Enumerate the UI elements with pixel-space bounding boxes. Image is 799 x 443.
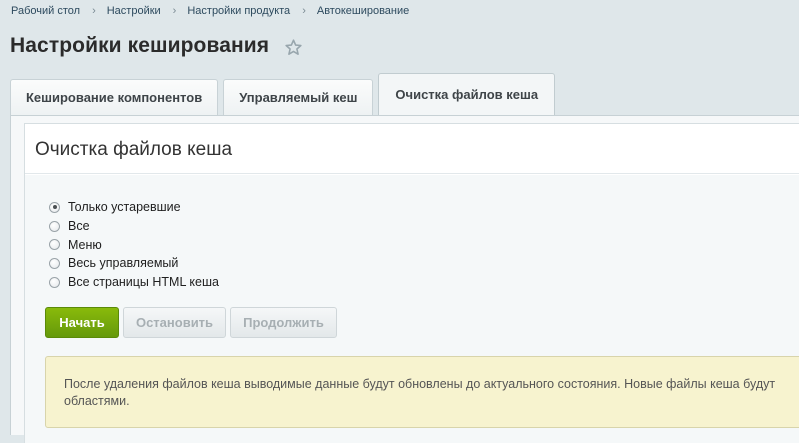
radio-button[interactable] (49, 201, 60, 213)
radio-option-outdated[interactable]: Только устаревшие (49, 198, 219, 217)
notice-line-2: областями. (64, 394, 130, 408)
tab-managed-cache[interactable]: Управляемый кеш (223, 79, 374, 115)
page-header: Настройки кеширования (10, 34, 303, 58)
tab-panel: Очистка файлов кеша Только устаревшие Вс… (10, 115, 799, 443)
radio-label: Все (68, 219, 90, 234)
start-button[interactable]: Начать (45, 307, 119, 338)
radio-label: Все страницы HTML кеша (68, 275, 219, 290)
radio-button[interactable] (49, 276, 60, 288)
radio-button[interactable] (49, 239, 60, 251)
radio-option-html-pages[interactable]: Все страницы HTML кеша (49, 273, 219, 292)
tab-bar: Кеширование компонентов Управляемый кеш … (10, 73, 560, 115)
section-body: Только устаревшие Все Меню Весь управляе… (25, 175, 799, 443)
star-outline-icon[interactable] (284, 38, 303, 57)
radio-label: Только устаревшие (68, 200, 181, 215)
content-card: Очистка файлов кеша Только устаревшие Вс… (24, 123, 799, 443)
info-notice: После удаления файлов кеша выводимые дан… (45, 356, 799, 428)
radio-button[interactable] (49, 257, 60, 269)
tab-component-caching[interactable]: Кеширование компонентов (10, 79, 219, 115)
radio-label: Меню (68, 237, 102, 252)
stop-button[interactable]: Остановить (123, 307, 226, 338)
breadcrumb: Рабочий стол › Настройки › Настройки про… (11, 5, 409, 17)
section-header: Очистка файлов кеша (25, 124, 799, 174)
breadcrumb-item-product-settings[interactable]: Настройки продукта (187, 5, 290, 17)
continue-button[interactable]: Продолжить (230, 307, 337, 338)
section-title: Очистка файлов кеша (35, 138, 233, 160)
radio-option-menu[interactable]: Меню (49, 235, 219, 254)
cache-type-radio-group: Только устаревшие Все Меню Весь управляе… (49, 198, 219, 291)
breadcrumb-item-desktop[interactable]: Рабочий стол (11, 5, 80, 17)
breadcrumb-chevron-icon: › (302, 5, 306, 17)
breadcrumb-chevron-icon: › (92, 5, 96, 17)
radio-option-all[interactable]: Все (49, 217, 219, 236)
radio-label: Весь управляемый (68, 256, 179, 271)
notice-line-1: После удаления файлов кеша выводимые дан… (64, 377, 776, 391)
action-buttons: Начать Остановить Продолжить (45, 307, 341, 338)
breadcrumb-chevron-icon: › (172, 5, 177, 17)
radio-button[interactable] (49, 220, 60, 232)
breadcrumb-item-autocaching[interactable]: Автокеширование (317, 5, 409, 17)
page-title: Настройки кеширования (10, 34, 270, 57)
breadcrumb-item-settings[interactable]: Настройки (107, 5, 161, 17)
tab-clear-cache-files[interactable]: Очистка файлов кеша (378, 73, 556, 115)
radio-option-managed[interactable]: Весь управляемый (49, 254, 219, 273)
